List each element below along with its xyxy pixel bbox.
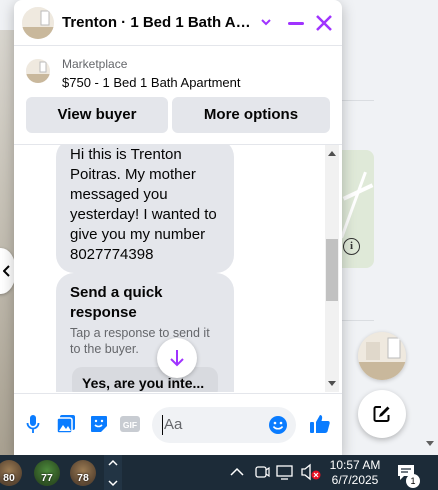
marketplace-label: Marketplace — [62, 57, 128, 71]
message-line: yesterday! I wanted to — [70, 206, 217, 223]
sticker-icon[interactable] — [89, 414, 109, 434]
quick-response-subtitle: Tap a response to send it to the buyer. — [70, 325, 220, 357]
microphone-icon[interactable] — [26, 414, 40, 434]
gif-icon[interactable]: GIF — [120, 414, 140, 434]
thumbs-up-icon[interactable] — [309, 413, 331, 435]
message-input-placeholder: Aa — [164, 416, 183, 433]
chevron-down-icon[interactable] — [260, 16, 272, 28]
temperature: 80 — [3, 472, 15, 484]
chevron-left-icon — [3, 265, 10, 277]
clock-date: 6/7/2025 — [331, 473, 379, 487]
chevron-up-down-icon — [108, 459, 118, 487]
listing-info[interactable]: Marketplace $750 - 1 Bed 1 Bath Apartmen… — [14, 47, 342, 97]
message-line: messaged you — [70, 186, 168, 203]
room-photo-thumbnail — [22, 7, 54, 39]
quick-response-title: Send a quick response — [70, 283, 220, 323]
close-icon[interactable] — [314, 13, 334, 33]
listing-thumbnail — [26, 59, 50, 83]
scroll-up-arrow[interactable] — [328, 151, 336, 156]
incoming-message: Hi this is Trenton Poitras. My mother me… — [56, 145, 234, 273]
thread-scrollbar[interactable] — [325, 145, 339, 392]
divider — [342, 100, 374, 101]
temperature: 78 — [77, 472, 89, 484]
system-clock[interactable]: 10:57 AM 6/7/2025 — [326, 458, 384, 488]
arrow-down-icon — [170, 350, 184, 367]
compose-icon — [373, 406, 390, 422]
text-caret — [162, 415, 163, 435]
contact-avatar[interactable] — [22, 7, 54, 39]
notification-count-badge: 1 — [406, 474, 420, 488]
quick-response-option[interactable]: Yes, are you inte... — [72, 367, 218, 392]
chat-head-avatar[interactable] — [358, 332, 406, 380]
svg-text:GIF: GIF — [123, 420, 137, 430]
message-line: Poitras. My mother — [70, 166, 196, 183]
scroll-to-bottom-button[interactable] — [157, 338, 197, 378]
emoji-icon[interactable] — [268, 415, 288, 435]
windows-taskbar: 80 77 78 10:57 AM 6/7/2025 1 — [0, 455, 438, 490]
taskbar-scroll[interactable] — [104, 455, 122, 490]
message-composer: GIF Aa — [14, 393, 342, 455]
quick-response-card: Send a quick response Tap a response to … — [56, 273, 234, 392]
message-line: 8027774398 — [70, 246, 154, 263]
room-photo-thumbnail — [358, 332, 406, 380]
meet-now-icon[interactable] — [254, 463, 270, 481]
listing-title: $750 - 1 Bed 1 Bath Apartment — [62, 75, 241, 90]
chat-title[interactable]: Trenton · 1 Bed 1 Bath Apa... — [62, 14, 256, 31]
weather-icon[interactable]: 80 — [0, 460, 22, 486]
divider — [342, 320, 374, 321]
subtitle-line: Tap a response to send it — [70, 326, 210, 340]
show-hidden-icons-chevron-icon[interactable] — [230, 467, 244, 477]
chat-header: Trenton · 1 Bed 1 Bath Apa... — [14, 0, 342, 46]
network-icon[interactable] — [276, 463, 296, 481]
weather-icon[interactable]: 78 — [70, 460, 96, 486]
temperature: 77 — [41, 472, 53, 484]
message-line: Hi this is Trenton — [70, 146, 182, 163]
more-options-button[interactable]: More options — [172, 97, 330, 133]
info-icon[interactable]: i — [343, 238, 360, 255]
view-buyer-button[interactable]: View buyer — [26, 97, 168, 133]
title-line: response — [70, 304, 137, 321]
scroll-down-arrow[interactable] — [328, 381, 336, 386]
photo-icon[interactable] — [56, 414, 76, 434]
scrollbar-thumb[interactable] — [326, 239, 338, 301]
subtitle-line: to the buyer. — [70, 342, 139, 356]
clock-time: 10:57 AM — [329, 458, 381, 472]
room-photo-thumbnail — [26, 59, 50, 83]
minimize-button[interactable] — [286, 13, 306, 33]
title-line: Send a quick — [70, 284, 163, 301]
page-scroll-down-arrow[interactable] — [426, 441, 434, 446]
message-line: give you my number — [70, 226, 206, 243]
weather-icon[interactable]: 77 — [34, 460, 60, 486]
volume-muted-icon[interactable] — [300, 463, 322, 481]
messenger-chat-window: Trenton · 1 Bed 1 Bath Apa... Marketplac… — [14, 0, 342, 455]
message-thread[interactable]: Hi this is Trenton Poitras. My mother me… — [14, 144, 342, 392]
new-message-button[interactable] — [358, 390, 406, 438]
